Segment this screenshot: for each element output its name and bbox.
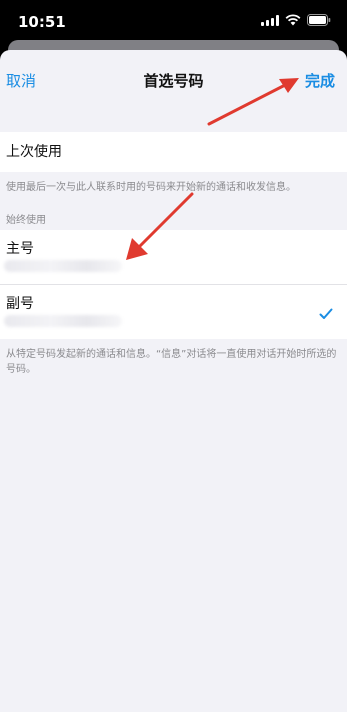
always-use-footer: 从特定号码发起新的通话和信息。“信息”对话将一直使用对话开始时所选的号码。 <box>6 349 337 375</box>
status-bar: 10:51 <box>0 0 347 44</box>
secondary-line-option[interactable]: 副号 <box>0 284 347 339</box>
primary-number-redacted <box>4 260 122 272</box>
preferred-number-sheet: 取消 首选号码 完成 上次使用 使用最后一次与此人联系时用的号码来开始新的通话和… <box>0 50 347 712</box>
page-title: 首选号码 <box>143 72 204 90</box>
secondary-number-redacted <box>4 315 122 327</box>
secondary-line-label: 副号 <box>6 296 34 312</box>
last-used-option[interactable]: 上次使用 <box>0 132 347 172</box>
cellular-signal-icon <box>261 14 279 26</box>
status-time: 10:51 <box>18 13 66 31</box>
nav-bar: 取消 首选号码 完成 <box>0 50 347 112</box>
line-options-group: 主号 副号 <box>0 230 347 339</box>
always-use-header: 始终使用 <box>6 215 46 226</box>
wifi-icon <box>285 14 301 26</box>
primary-line-label: 主号 <box>6 241 34 257</box>
battery-icon <box>307 14 331 26</box>
done-button[interactable]: 完成 <box>305 70 335 91</box>
last-used-footer: 使用最后一次与此人联系时用的号码来开始新的通话和收发信息。 <box>6 182 296 193</box>
status-icons <box>261 14 331 26</box>
checkmark-icon <box>319 305 333 324</box>
primary-line-option[interactable]: 主号 <box>0 230 347 284</box>
last-used-label: 上次使用 <box>6 144 62 160</box>
